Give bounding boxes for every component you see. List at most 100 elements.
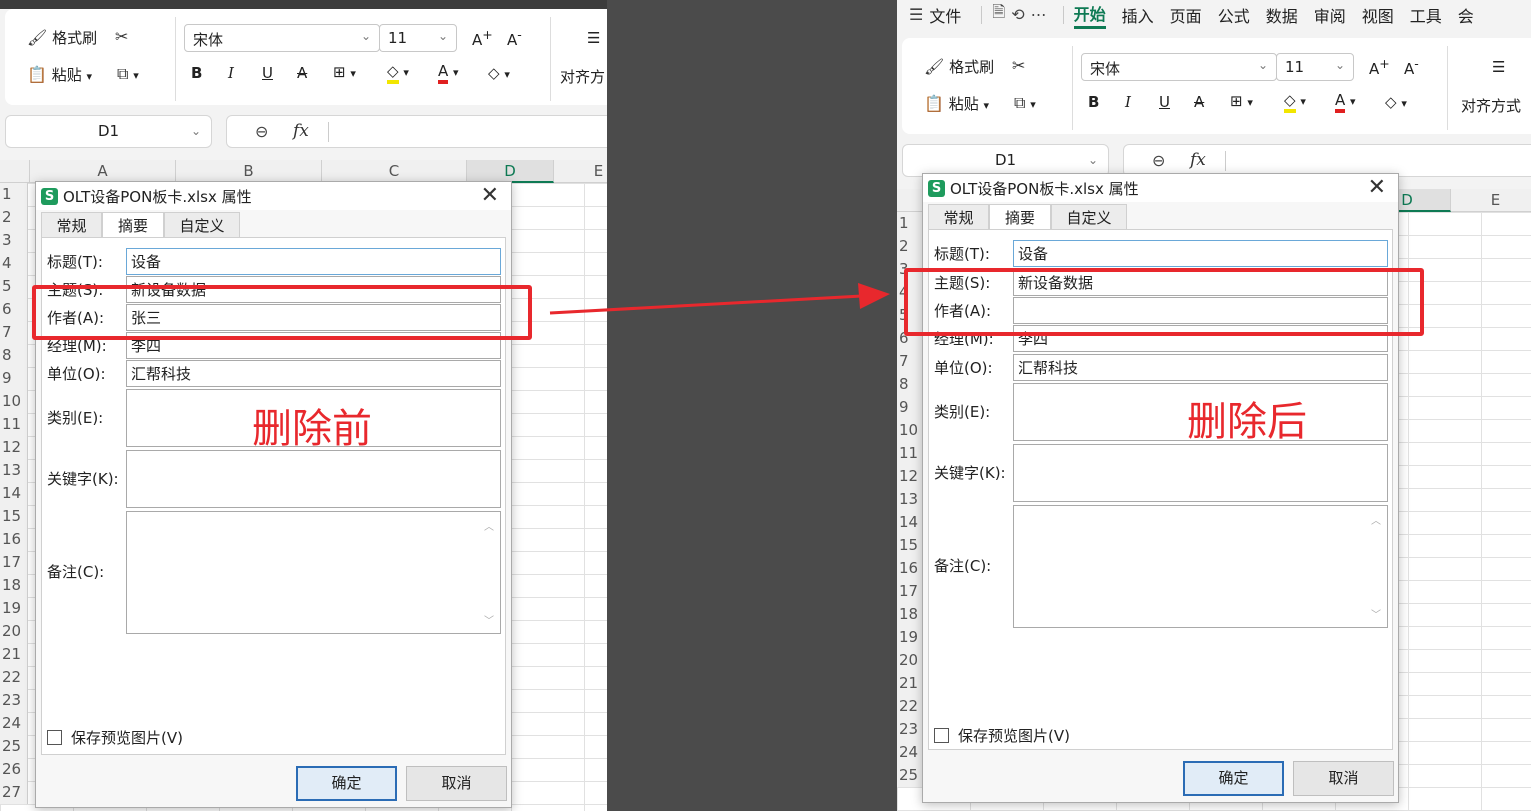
tab-general[interactable]: 常规 bbox=[41, 212, 102, 238]
save-preview-checkbox[interactable]: 保存预览图片(V) bbox=[47, 727, 183, 748]
close-icon[interactable]: ✕ bbox=[1368, 175, 1386, 200]
column-header[interactable]: A bbox=[30, 160, 176, 183]
tab-tools[interactable]: 工具 bbox=[1410, 3, 1442, 27]
font-name-select[interactable]: 宋体 ⌄ bbox=[184, 24, 380, 52]
tab-general[interactable]: 常规 bbox=[928, 204, 989, 230]
name-box[interactable]: D1 ⌄ bbox=[5, 115, 212, 148]
row-header[interactable]: 10 bbox=[0, 390, 27, 413]
increase-font-button[interactable]: A+ bbox=[472, 27, 493, 49]
tab-member[interactable]: 会 bbox=[1458, 3, 1474, 27]
format-painter-button[interactable]: 🖌 格式刷 bbox=[27, 27, 97, 48]
row-header[interactable]: 22 bbox=[897, 695, 924, 718]
column-header[interactable]: D bbox=[467, 160, 554, 183]
font-size-select[interactable]: 11 ⌄ bbox=[379, 24, 457, 52]
close-icon[interactable]: ✕ bbox=[481, 183, 499, 208]
comments-field[interactable]: ︿ ﹀ bbox=[1013, 505, 1388, 628]
menu-icon[interactable]: ☰ bbox=[909, 5, 923, 24]
title-field[interactable]: 设备 bbox=[126, 248, 501, 275]
tab-summary[interactable]: 摘要 bbox=[102, 212, 164, 239]
row-header[interactable]: 1 bbox=[0, 183, 27, 206]
row-header[interactable]: 25 bbox=[897, 764, 924, 787]
tab-home[interactable]: 开始 bbox=[1073, 1, 1106, 29]
cancel-button[interactable]: 取消 bbox=[406, 766, 507, 801]
underline-icon[interactable]: U bbox=[262, 64, 273, 82]
font-name-select[interactable]: 宋体 ⌄ bbox=[1081, 53, 1277, 81]
tab-summary[interactable]: 摘要 bbox=[989, 204, 1051, 231]
align-icon[interactable]: ☰ bbox=[587, 29, 600, 47]
font-color-icon[interactable]: A ▾ bbox=[1335, 91, 1356, 113]
formula-bar[interactable]: ⊖ fx bbox=[226, 115, 607, 148]
row-header[interactable]: 19 bbox=[0, 597, 27, 620]
row-header[interactable]: 10 bbox=[897, 419, 924, 442]
row-header[interactable]: 1 bbox=[897, 212, 924, 235]
copy-button[interactable]: ⧉ ▾ bbox=[117, 64, 139, 84]
paste-button[interactable]: 📋 粘贴 ▾ bbox=[924, 93, 989, 114]
font-color-icon[interactable]: A ▾ bbox=[438, 62, 459, 84]
border-icon[interactable]: ⊞ ▾ bbox=[333, 63, 356, 81]
align-label[interactable]: 对齐方式 bbox=[1461, 95, 1521, 116]
tab-view[interactable]: 视图 bbox=[1362, 3, 1394, 27]
more-icon[interactable]: ⋯ bbox=[1031, 5, 1047, 24]
tab-custom[interactable]: 自定义 bbox=[164, 212, 240, 238]
row-header[interactable]: 7 bbox=[0, 321, 27, 344]
save-icon[interactable]: 🗎 bbox=[992, 1, 1005, 28]
row-header[interactable]: 5 bbox=[0, 275, 27, 298]
row-header[interactable]: 4 bbox=[0, 252, 27, 275]
tab-formula[interactable]: 公式 bbox=[1218, 3, 1250, 27]
format-painter-button[interactable]: 🖌 格式刷 bbox=[924, 56, 994, 77]
italic-icon[interactable]: I bbox=[228, 64, 234, 82]
title-field[interactable]: 设备 bbox=[1013, 240, 1388, 267]
decrease-font-button[interactable]: A- bbox=[1404, 56, 1419, 78]
row-header[interactable]: 23 bbox=[897, 718, 924, 741]
row-header[interactable]: 2 bbox=[0, 206, 27, 229]
row-header[interactable]: 18 bbox=[0, 574, 27, 597]
fill-color-icon[interactable]: ◇ ▾ bbox=[1284, 91, 1306, 113]
row-header[interactable]: 3 bbox=[0, 229, 27, 252]
keywords-field[interactable] bbox=[1013, 444, 1388, 502]
scrollbar[interactable]: ︿ ﹀ bbox=[484, 518, 494, 627]
tab-custom[interactable]: 自定义 bbox=[1051, 204, 1127, 230]
row-header[interactable]: 25 bbox=[0, 735, 27, 758]
row-header[interactable]: 24 bbox=[0, 712, 27, 735]
row-header[interactable]: 14 bbox=[897, 511, 924, 534]
tab-review[interactable]: 审阅 bbox=[1314, 3, 1346, 27]
save-preview-checkbox[interactable]: 保存预览图片(V) bbox=[934, 725, 1070, 746]
font-size-select[interactable]: 11 ⌄ bbox=[1276, 53, 1354, 81]
row-header[interactable]: 19 bbox=[897, 626, 924, 649]
scrollbar[interactable]: ︿ ﹀ bbox=[1371, 512, 1381, 621]
strikethrough-icon[interactable]: A bbox=[297, 64, 307, 82]
ok-button[interactable]: 确定 bbox=[296, 766, 397, 801]
row-header[interactable]: 26 bbox=[0, 758, 27, 781]
row-header[interactable]: 9 bbox=[897, 396, 924, 419]
row-header[interactable]: 15 bbox=[0, 505, 27, 528]
row-header[interactable]: 2 bbox=[897, 235, 924, 258]
company-field[interactable]: 汇帮科技 bbox=[1013, 354, 1388, 381]
row-header[interactable]: 11 bbox=[0, 413, 27, 436]
increase-font-button[interactable]: A+ bbox=[1369, 56, 1390, 78]
row-header[interactable]: 23 bbox=[0, 689, 27, 712]
row-header[interactable]: 6 bbox=[0, 298, 27, 321]
row-header[interactable]: 27 bbox=[0, 781, 27, 804]
row-header[interactable]: 13 bbox=[0, 459, 27, 482]
strikethrough-icon[interactable]: A bbox=[1194, 93, 1204, 111]
bold-icon[interactable]: B bbox=[1088, 93, 1099, 111]
row-header[interactable]: 16 bbox=[897, 557, 924, 580]
row-header[interactable]: 22 bbox=[0, 666, 27, 689]
row-header[interactable]: 20 bbox=[897, 649, 924, 672]
row-header[interactable]: 20 bbox=[0, 620, 27, 643]
undo-icon[interactable]: ⟲ bbox=[1011, 5, 1024, 24]
paste-button[interactable]: 📋 粘贴 ▾ bbox=[27, 64, 92, 85]
company-field[interactable]: 汇帮科技 bbox=[126, 360, 501, 387]
row-header[interactable]: 9 bbox=[0, 367, 27, 390]
row-header[interactable]: 17 bbox=[897, 580, 924, 603]
cut-button[interactable]: ✂ bbox=[115, 27, 128, 46]
underline-icon[interactable]: U bbox=[1159, 93, 1170, 111]
row-header[interactable]: 17 bbox=[0, 551, 27, 574]
decrease-font-button[interactable]: A- bbox=[507, 27, 522, 49]
row-header[interactable]: 18 bbox=[897, 603, 924, 626]
eraser-icon[interactable]: ◇ ▾ bbox=[488, 64, 510, 82]
comments-field[interactable]: ︿ ﹀ bbox=[126, 511, 501, 634]
align-icon[interactable]: ☰ bbox=[1492, 58, 1505, 76]
copy-button[interactable]: ⧉ ▾ bbox=[1014, 93, 1036, 113]
bold-icon[interactable]: B bbox=[191, 64, 202, 82]
